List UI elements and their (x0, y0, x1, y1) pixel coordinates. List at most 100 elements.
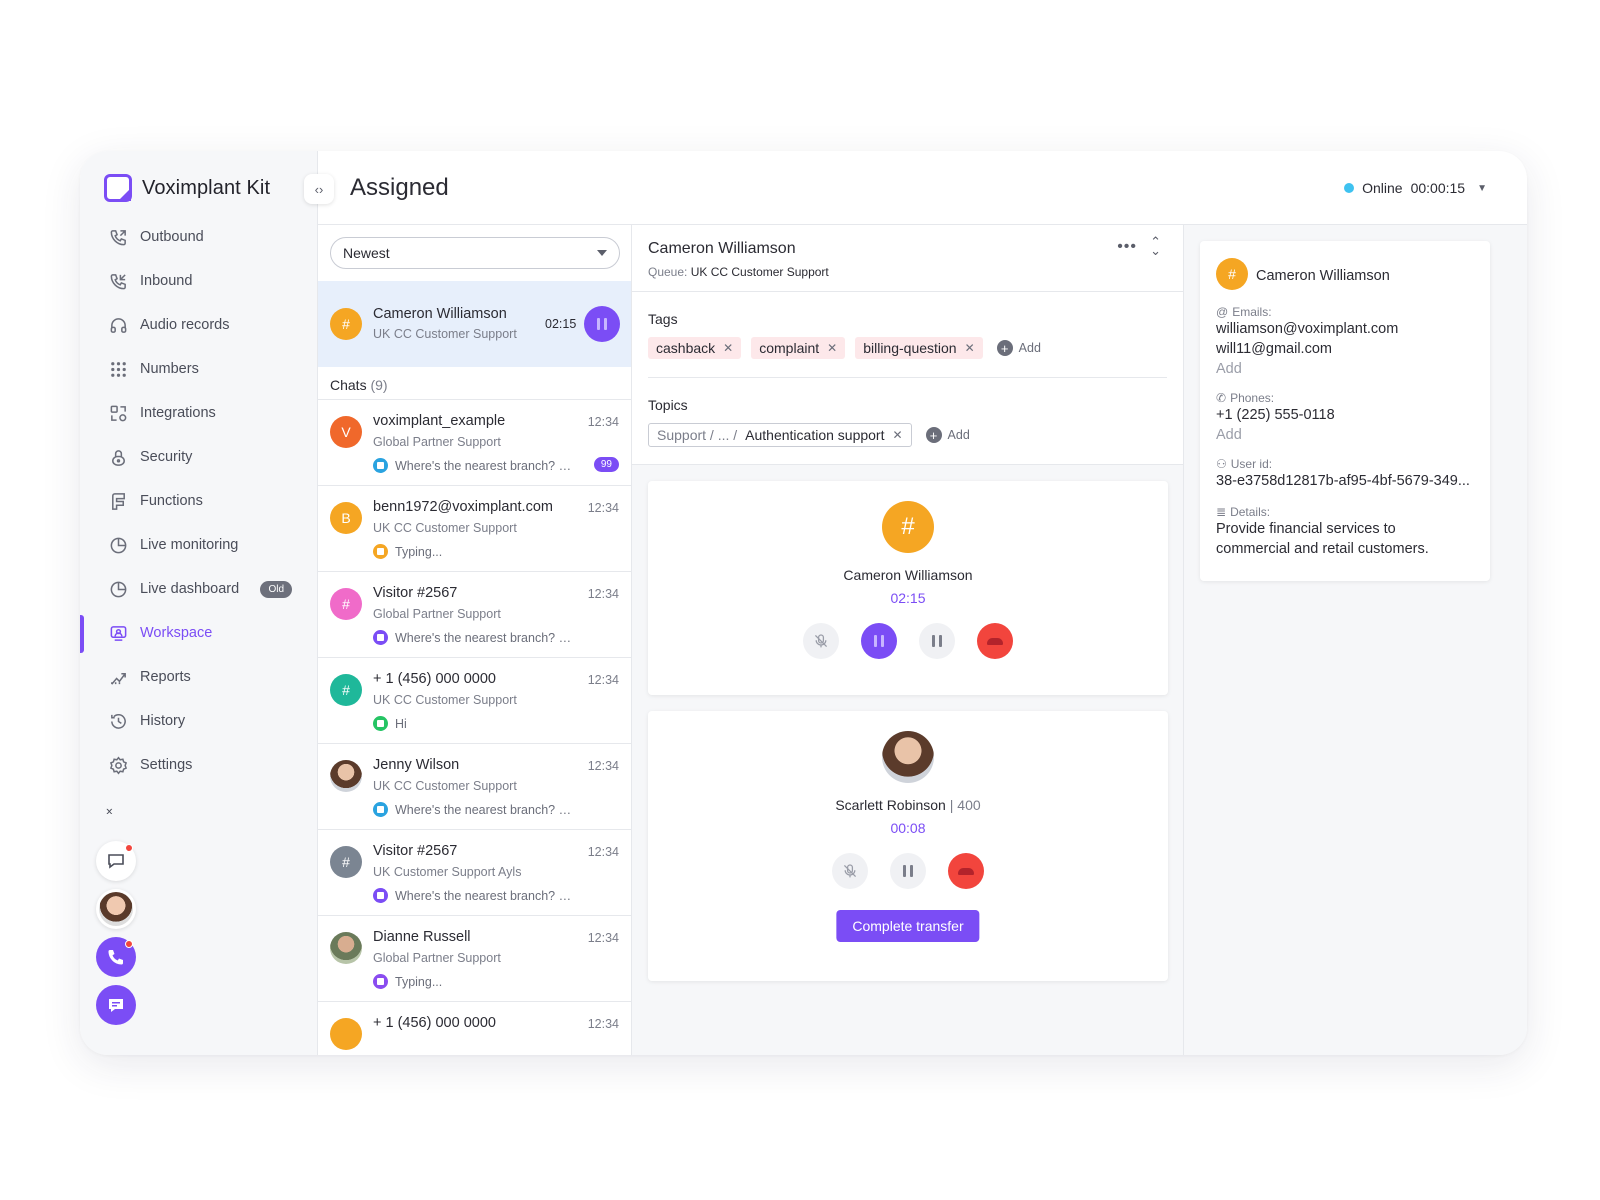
active-call-item[interactable]: # Cameron Williamson UK CC Customer Supp… (318, 281, 631, 367)
user-icon: ⚇ (1216, 457, 1227, 471)
topic-value: Authentication support (745, 427, 885, 443)
user-avatar-button[interactable] (96, 889, 136, 929)
avatar: V (330, 416, 362, 448)
pie-chart-icon (108, 579, 128, 599)
message-preview: Where's the nearest branch? Where's the … (395, 458, 581, 473)
call-timer: 00:08 (890, 820, 926, 836)
email-value[interactable]: will11@gmail.com (1216, 341, 1332, 357)
sidebar-item-numbers[interactable]: Numbers (80, 347, 318, 391)
chat-last-message: Hi (373, 716, 618, 731)
call-controls (648, 853, 1168, 889)
sidebar-item-history[interactable]: History (80, 699, 318, 743)
sidebar-item-reports[interactable]: Reports (80, 655, 318, 699)
chat-list-item[interactable]: Jenny Wilson 12:34 UK CC Customer Support W… (318, 744, 631, 830)
notifications-button[interactable] (96, 841, 136, 881)
avatar (330, 760, 362, 792)
tag-chip[interactable]: billing-question ✕ (855, 337, 983, 359)
sidebar-item-outbound[interactable]: Outbound (80, 215, 318, 259)
hold-button[interactable] (861, 623, 897, 659)
topic-chip[interactable]: Support / ... / Authentication support ✕ (648, 423, 912, 447)
close-icon[interactable]: ✕ (723, 341, 733, 355)
chat-list-item[interactable]: + 1 (456) 000 0000 12:34 (318, 1002, 631, 1055)
logo-icon (104, 174, 132, 202)
sort-select[interactable]: Newest (330, 237, 620, 269)
collapse-sidebar-button[interactable]: ‹› (304, 174, 334, 204)
chat-list-item[interactable]: # Visitor #2567 12:34 Global Partner Suppor… (318, 572, 631, 658)
avatar: # (330, 846, 362, 878)
phone-dialpad-icon (108, 950, 123, 965)
sidebar-item-live-dashboard[interactable]: Live dashboard Old (80, 567, 318, 611)
at-icon: @ (1216, 305, 1229, 319)
add-email-link[interactable]: Add (1216, 361, 1242, 377)
userid-value: 38-e3758d12817b-af95-4bf-5679-349... (1216, 473, 1470, 489)
sidebar-item-inbound[interactable]: Inbound (80, 259, 318, 303)
close-icon[interactable]: ✕ (965, 341, 975, 355)
chat-last-message: Where's the nearest branch? Where's the … (373, 888, 618, 903)
logo[interactable]: Voximplant Kit (104, 174, 270, 202)
header: Assigned Online 00:00:15 ▼ (318, 151, 1527, 225)
sidebar-item-workspace[interactable]: Workspace (80, 611, 318, 655)
chat-list-item[interactable]: Vvoximplant_example 12:34 Global Partner S… (318, 400, 631, 486)
hangup-button[interactable] (948, 853, 984, 889)
reports-icon (108, 667, 128, 687)
outbound-call-icon (108, 227, 128, 247)
sidebar-item-audio-records[interactable]: Audio records (80, 303, 318, 347)
sidebar-item-integrations[interactable]: Integrations (80, 391, 318, 435)
complete-transfer-button[interactable]: Complete transfer (836, 910, 980, 942)
agent-status[interactable]: Online 00:00:15 ▼ (1344, 180, 1487, 196)
sidebar-item-label: History (140, 713, 186, 729)
notification-dot (125, 940, 133, 948)
chat-list-item[interactable]: # Visitor #2567 12:34 UK Customer Support A… (318, 830, 631, 916)
hold-button[interactable] (584, 306, 620, 342)
chat-list-item[interactable]: Bbenn1972@voximplant.com 12:34 UK CC Custo… (318, 486, 631, 572)
sidebar-item-settings[interactable]: Settings (80, 743, 318, 787)
pause-button[interactable] (919, 623, 955, 659)
sidebar-item-label: Security (140, 449, 193, 465)
avatar (882, 731, 934, 783)
email-value[interactable]: williamson@voximplant.com (1216, 321, 1398, 337)
sidebar-item-security[interactable]: Security (80, 435, 318, 479)
close-icon[interactable]: ✕ (892, 428, 902, 442)
chat-time: 12:34 (587, 845, 619, 859)
more-icon[interactable]: ••• (1117, 238, 1137, 256)
chat-contact-name: + 1 (456) 000 0000 (373, 671, 496, 687)
hangup-button[interactable] (977, 623, 1013, 659)
integrations-icon (108, 403, 128, 423)
add-tag-button[interactable]: + Add (996, 340, 1041, 356)
app-name: Voximplant Kit (142, 176, 271, 199)
add-phone-link[interactable]: Add (1216, 427, 1242, 443)
expand-collapse-icon[interactable]: ⌃ ⌄ (1150, 235, 1161, 257)
code-arrows-icon: ‹› (314, 181, 324, 197)
expand-sidebar-icon[interactable]: ›‹ (106, 803, 113, 818)
add-label: Add (1018, 341, 1041, 355)
sidebar-item-functions[interactable]: Functions (80, 479, 318, 523)
avatar (330, 932, 362, 964)
chat-time: 12:34 (587, 673, 619, 687)
mute-button[interactable] (803, 623, 839, 659)
caller-name: Cameron Williamson (843, 567, 973, 583)
divider (648, 377, 1167, 378)
details-icon: ≣ (1216, 505, 1227, 519)
close-icon[interactable]: ✕ (827, 341, 837, 355)
lock-icon (108, 447, 128, 467)
add-label: Add (947, 428, 970, 442)
mute-button[interactable] (832, 853, 868, 889)
tag-chip[interactable]: complaint ✕ (751, 337, 846, 359)
functions-icon (108, 491, 128, 511)
status-label: Online (1362, 180, 1403, 196)
transfer-target: Scarlett Robinson | 400 (648, 797, 1168, 813)
message-preview: Where's the nearest branch? Where's the … (395, 888, 581, 903)
sidebar-item-live-monitoring[interactable]: Live monitoring (80, 523, 318, 567)
phone-value[interactable]: +1 (225) 555-0118 (1216, 407, 1335, 423)
dialpad-icon (108, 359, 128, 379)
softphone-button[interactable] (96, 937, 136, 977)
pause-button[interactable] (890, 853, 926, 889)
avatar: # (882, 501, 934, 553)
chat-widget-button[interactable] (96, 985, 136, 1025)
chat-list-item[interactable]: # + 1 (456) 000 0000 12:34 UK CC Customer S… (318, 658, 631, 744)
avatar: B (330, 502, 362, 534)
chat-list-item[interactable]: Dianne Russell 12:34 Global Partner Suppor… (318, 916, 631, 1002)
avatar (99, 892, 133, 926)
tag-chip[interactable]: cashback ✕ (648, 337, 742, 359)
add-topic-button[interactable]: + Add (925, 427, 970, 443)
